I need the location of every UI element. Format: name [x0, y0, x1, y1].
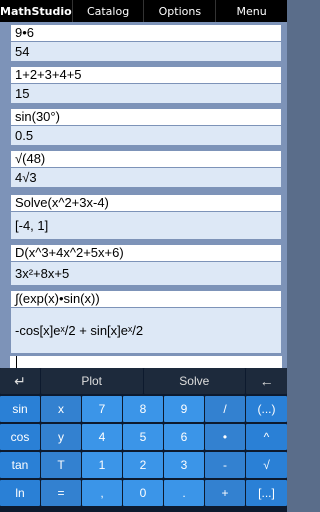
key-equals[interactable]: =: [41, 480, 81, 506]
entry-output: 15: [10, 84, 282, 104]
entry-input[interactable]: √(48): [10, 150, 282, 168]
enter-key[interactable]: ↵: [0, 368, 40, 394]
key-1[interactable]: 1: [82, 452, 122, 478]
solve-button[interactable]: Solve: [143, 368, 246, 394]
entry-output: 0.5: [10, 126, 282, 146]
key-sin[interactable]: sin: [0, 396, 40, 422]
text-cursor: [16, 356, 17, 368]
entry-input[interactable]: D(x^3+4x^2+5x+6): [10, 244, 282, 262]
key-plus[interactable]: +: [205, 480, 245, 506]
key-x[interactable]: x: [41, 396, 81, 422]
key-3[interactable]: 3: [164, 452, 204, 478]
entry-4: √(48) 4√3: [10, 150, 282, 188]
entry-6: D(x^3+4x^2+5x+6) 3x²+8x+5: [10, 244, 282, 286]
tab-menu[interactable]: Menu: [216, 0, 287, 22]
key-2[interactable]: 2: [123, 452, 163, 478]
keypad: ↵ Plot Solve ← sin x 7 8 9 / (...) cos y…: [0, 368, 287, 512]
key-minus[interactable]: -: [205, 452, 245, 478]
tab-mathstudio[interactable]: MathStudio: [0, 0, 72, 22]
key-y[interactable]: y: [41, 424, 81, 450]
key-brackets[interactable]: [...]: [246, 480, 287, 506]
top-menu-bar: MathStudio Catalog Options Menu: [0, 0, 287, 22]
key-multiply[interactable]: •: [205, 424, 245, 450]
entry-input[interactable]: sin(30°): [10, 108, 282, 126]
entry-output: 3x²+8x+5: [10, 262, 282, 286]
key-8[interactable]: 8: [123, 396, 163, 422]
entry-7: ∫(exp(x)•sin(x)) -cos[x]eˣ/2 + sin[x]eˣ/…: [10, 290, 282, 354]
key-6[interactable]: 6: [164, 424, 204, 450]
key-dot[interactable]: .: [164, 480, 204, 506]
entry-input[interactable]: 9•6: [10, 24, 282, 42]
entry-input[interactable]: Solve(x^2+3x-4): [10, 194, 282, 212]
key-0[interactable]: 0: [123, 480, 163, 506]
entry-1: 9•6 54: [10, 24, 282, 62]
entry-output: [-4, 1]: [10, 212, 282, 240]
key-T[interactable]: T: [41, 452, 81, 478]
plot-button[interactable]: Plot: [40, 368, 143, 394]
entry-output: 54: [10, 42, 282, 62]
tab-options[interactable]: Options: [144, 0, 215, 22]
key-tan[interactable]: tan: [0, 452, 40, 478]
entry-output: -cos[x]eˣ/2 + sin[x]eˣ/2: [10, 308, 282, 354]
new-entry-input[interactable]: [10, 356, 282, 368]
key-ln[interactable]: ln: [0, 480, 40, 506]
entry-5: Solve(x^2+3x-4) [-4, 1]: [10, 194, 282, 240]
entry-3: sin(30°) 0.5: [10, 108, 282, 146]
key-divide[interactable]: /: [205, 396, 245, 422]
calculation-workspace[interactable]: 9•6 54 1+2+3+4+5 15 sin(30°) 0.5 √(48) 4…: [0, 22, 287, 368]
key-5[interactable]: 5: [123, 424, 163, 450]
key-power[interactable]: ^: [246, 424, 287, 450]
key-7[interactable]: 7: [82, 396, 122, 422]
entry-output: 4√3: [10, 168, 282, 188]
key-comma[interactable]: ,: [82, 480, 122, 506]
key-parentheses[interactable]: (...): [246, 396, 287, 422]
backspace-key[interactable]: ←: [246, 368, 287, 394]
key-cos[interactable]: cos: [0, 424, 40, 450]
key-sqrt[interactable]: √: [246, 452, 287, 478]
entry-input[interactable]: ∫(exp(x)•sin(x)): [10, 290, 282, 308]
key-4[interactable]: 4: [82, 424, 122, 450]
tab-catalog[interactable]: Catalog: [73, 0, 144, 22]
key-9[interactable]: 9: [164, 396, 204, 422]
entry-input[interactable]: 1+2+3+4+5: [10, 66, 282, 84]
entry-2: 1+2+3+4+5 15: [10, 66, 282, 104]
